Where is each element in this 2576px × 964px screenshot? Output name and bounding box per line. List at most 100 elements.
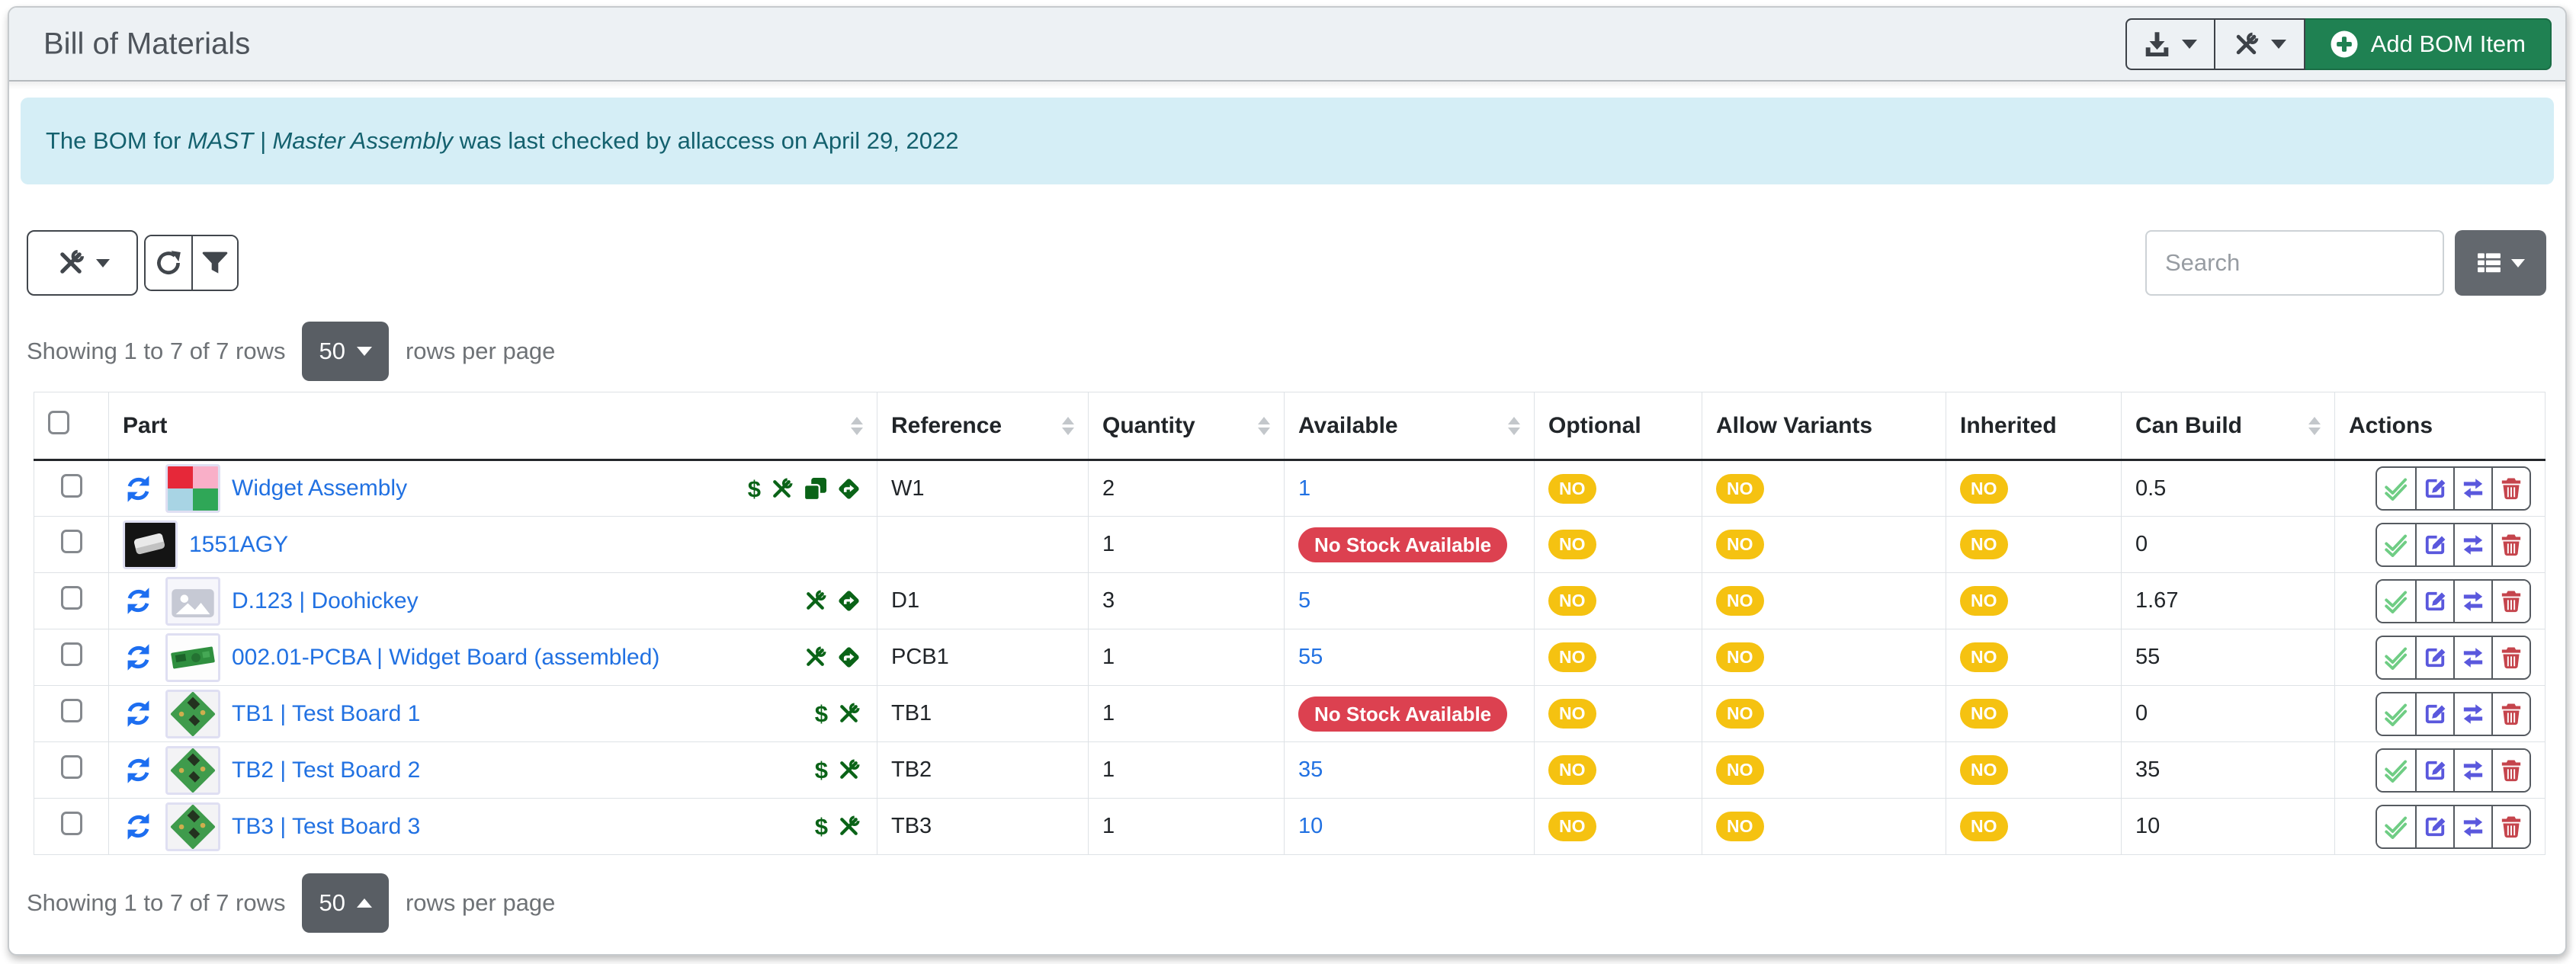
inherited-cell: NO	[1946, 799, 2122, 855]
validate-bom-item-button[interactable]	[2377, 581, 2415, 622]
substitutes-button[interactable]	[2453, 468, 2491, 509]
row-checkbox[interactable]	[61, 474, 82, 498]
part-thumbnail[interactable]	[165, 690, 220, 738]
sort-icon[interactable]	[2308, 417, 2321, 435]
part-thumbnail[interactable]	[165, 464, 220, 513]
page-size-dropdown[interactable]: 50	[302, 873, 388, 933]
substitutes-button[interactable]	[2453, 637, 2491, 678]
page-size-dropdown[interactable]: 50	[302, 322, 388, 381]
bom-actions-dropdown-button[interactable]	[2215, 18, 2305, 70]
row-checkbox[interactable]	[61, 530, 82, 553]
substitutes-button[interactable]	[2453, 581, 2491, 622]
part-link[interactable]: D.123 | Doohickey	[232, 588, 419, 614]
edit-bom-item-button[interactable]	[2415, 806, 2453, 847]
part-cell: TB3 | Test Board 3 $	[123, 802, 863, 851]
substitutes-button[interactable]	[2453, 693, 2491, 735]
refresh-filter-group	[144, 235, 239, 291]
part-thumbnail[interactable]	[165, 802, 220, 851]
row-checkbox[interactable]	[61, 755, 82, 779]
can-build-cell: 10	[2122, 799, 2335, 855]
validate-bom-item-button[interactable]	[2377, 637, 2415, 678]
column-header-quantity[interactable]: Quantity	[1089, 392, 1285, 460]
validate-bom-item-button[interactable]	[2377, 750, 2415, 791]
edit-bom-item-button[interactable]	[2415, 581, 2453, 622]
part-link[interactable]: 002.01-PCBA | Widget Board (assembled)	[232, 645, 659, 671]
table-row: 1551AGY 1 No Stock Available NO NO NO 0	[34, 517, 2546, 573]
delete-bom-item-button[interactable]	[2491, 750, 2529, 791]
no-badge: NO	[1716, 474, 1764, 504]
delete-bom-item-button[interactable]	[2491, 581, 2529, 622]
substitutes-button[interactable]	[2453, 806, 2491, 847]
add-bom-item-button[interactable]: Add BOM Item	[2305, 18, 2552, 70]
column-header-part[interactable]: Part	[109, 392, 877, 460]
part-link[interactable]: 1551AGY	[189, 532, 288, 558]
validate-bom-item-button[interactable]	[2377, 524, 2415, 565]
edit-bom-item-button[interactable]	[2415, 637, 2453, 678]
rows-per-page-label: rows per page	[406, 338, 555, 365]
validate-bom-item-button[interactable]	[2377, 468, 2415, 509]
delete-bom-item-button[interactable]	[2491, 637, 2529, 678]
filter-button[interactable]	[191, 236, 237, 290]
available-stock-link[interactable]: 1	[1298, 476, 1310, 501]
optional-cell: NO	[1535, 686, 1702, 742]
part-thumbnail[interactable]	[165, 577, 220, 626]
panel-header: Bill of Materials Add BOM Item	[9, 8, 2565, 82]
validate-bom-item-button[interactable]	[2377, 693, 2415, 735]
column-header-reference[interactable]: Reference	[877, 392, 1089, 460]
sub-assembly-icon	[123, 811, 154, 842]
sort-icon[interactable]	[1258, 417, 1270, 435]
sub-assembly-icon	[123, 754, 154, 786]
edit-bom-item-button[interactable]	[2415, 524, 2453, 565]
caret-up-icon	[357, 898, 372, 908]
available-stock-link[interactable]: 10	[1298, 814, 1323, 838]
edit-bom-item-button[interactable]	[2415, 468, 2453, 509]
no-badge: NO	[1548, 586, 1596, 616]
column-header-inherited: Inherited	[1946, 392, 2122, 460]
inherited-cell: NO	[1946, 629, 2122, 686]
column-header-can-build[interactable]: Can Build	[2122, 392, 2335, 460]
part-link[interactable]: TB2 | Test Board 2	[232, 757, 420, 783]
page-title: Bill of Materials	[43, 27, 250, 61]
part-link[interactable]: Widget Assembly	[232, 476, 407, 501]
part-thumbnail[interactable]	[123, 520, 178, 569]
available-stock-link[interactable]: 55	[1298, 645, 1323, 669]
part-thumbnail[interactable]	[165, 633, 220, 682]
row-checkbox[interactable]	[61, 642, 82, 666]
substitutes-button[interactable]	[2453, 524, 2491, 565]
delete-bom-item-button[interactable]	[2491, 524, 2529, 565]
optional-cell: NO	[1535, 742, 1702, 799]
export-dropdown-button[interactable]	[2125, 18, 2215, 70]
delete-bom-item-button[interactable]	[2491, 693, 2529, 735]
no-badge: NO	[1548, 699, 1596, 729]
part-thumbnail[interactable]	[165, 746, 220, 795]
page-size-value: 50	[319, 889, 345, 917]
row-checkbox[interactable]	[61, 586, 82, 610]
dollar-sign-icon: $	[815, 815, 828, 838]
select-all-checkbox[interactable]	[48, 411, 69, 434]
edit-bom-item-button[interactable]	[2415, 693, 2453, 735]
edit-bom-item-button[interactable]	[2415, 750, 2453, 791]
validate-bom-item-button[interactable]	[2377, 806, 2415, 847]
available-stock-link[interactable]: 35	[1298, 757, 1323, 782]
sort-icon[interactable]	[1508, 417, 1520, 435]
delete-bom-item-button[interactable]	[2491, 468, 2529, 509]
no-badge: NO	[1960, 812, 2008, 841]
available-stock-link[interactable]: 5	[1298, 588, 1310, 613]
part-link[interactable]: TB1 | Test Board 1	[232, 701, 420, 727]
delete-bom-item-button[interactable]	[2491, 806, 2529, 847]
allow-variants-cell: NO	[1702, 629, 1946, 686]
column-header-available[interactable]: Available	[1285, 392, 1535, 460]
row-checkbox[interactable]	[61, 812, 82, 835]
sort-icon[interactable]	[1062, 417, 1074, 435]
part-link[interactable]: TB3 | Test Board 3	[232, 814, 420, 840]
row-checkbox[interactable]	[61, 699, 82, 722]
search-input[interactable]	[2145, 230, 2444, 296]
column-select-button[interactable]	[2455, 230, 2546, 296]
substitutes-button[interactable]	[2453, 750, 2491, 791]
reference-cell	[877, 517, 1089, 573]
alert-part-name: MAST | Master Assembly	[188, 127, 453, 154]
table-actions-dropdown-button[interactable]	[27, 230, 138, 296]
refresh-table-button[interactable]	[146, 236, 191, 290]
sort-icon[interactable]	[851, 417, 863, 435]
sub-assembly-icon	[123, 585, 154, 617]
